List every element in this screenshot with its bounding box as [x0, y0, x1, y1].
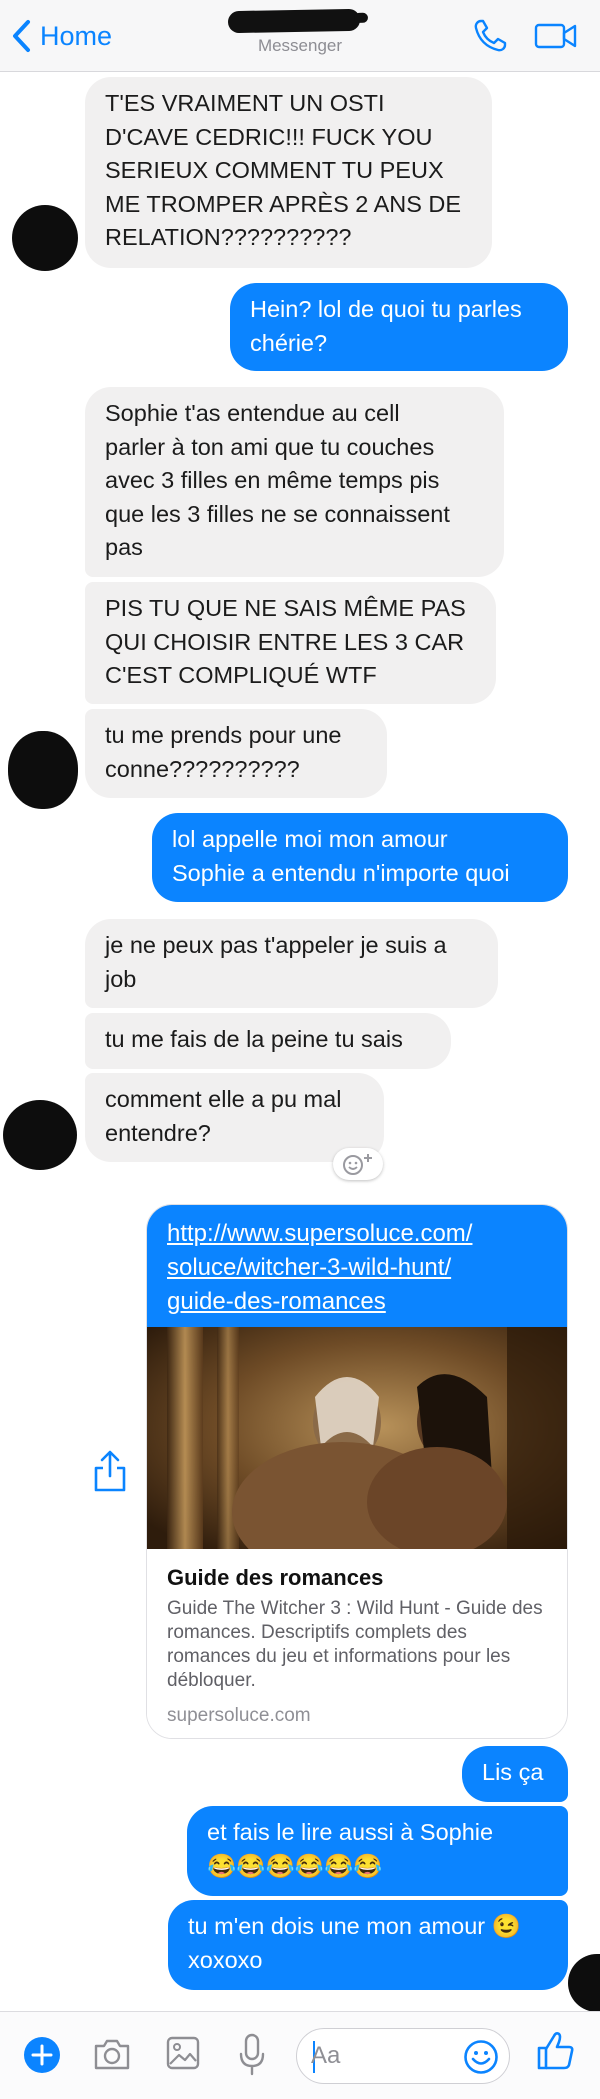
link-preview-image[interactable]	[147, 1327, 568, 1549]
phone-icon[interactable]	[470, 16, 510, 56]
message-incoming[interactable]: tu me fais de la peine tu sais	[85, 1013, 451, 1069]
message-composer	[0, 2011, 600, 2099]
avatar[interactable]	[12, 205, 78, 271]
message-incoming[interactable]: T'ES VRAIMENT UN OSTI D'CAVE CEDRIC!!! F…	[85, 77, 492, 268]
message-incoming[interactable]: tu me prends pour une conne??????????	[85, 709, 387, 798]
message-incoming[interactable]: comment elle a pu mal entendre?	[85, 1073, 384, 1162]
share-icon[interactable]	[90, 1448, 130, 1494]
add-reaction-button[interactable]	[333, 1148, 383, 1180]
message-input-box[interactable]	[296, 2028, 510, 2084]
message-input[interactable]	[311, 2037, 451, 2075]
avatar[interactable]	[8, 731, 78, 809]
photo-icon[interactable]	[165, 2034, 201, 2072]
message-incoming[interactable]: PIS TU QUE NE SAIS MÊME PAS QUI CHOISIR …	[85, 582, 496, 704]
camera-icon[interactable]	[92, 2036, 132, 2072]
conversation-header: Home Messenger	[0, 0, 600, 72]
link-url[interactable]: http://www.supersoluce.com/ soluce/witch…	[147, 1205, 567, 1327]
message-outgoing[interactable]: Hein? lol de quoi tu parles chérie?	[230, 283, 568, 371]
message-outgoing[interactable]: Lis ça	[462, 1746, 568, 1802]
avatar[interactable]	[3, 1100, 77, 1170]
add-reaction-icon	[343, 1154, 372, 1175]
emoji-icon[interactable]	[463, 2039, 499, 2075]
link-preview-card[interactable]: http://www.supersoluce.com/ soluce/witch…	[146, 1204, 568, 1739]
link-preview-info[interactable]: Guide des romances Guide The Witcher 3 :…	[147, 1549, 567, 1738]
message-outgoing[interactable]: lol appelle moi mon amour Sophie a enten…	[152, 813, 568, 902]
header-subtitle: Messenger	[257, 36, 343, 55]
link-description: Guide The Witcher 3 : Wild Hunt - Guide …	[167, 1598, 543, 1691]
link-url-line[interactable]: soluce/witcher-3-wild-hunt/	[167, 1251, 551, 1285]
video-camera-icon[interactable]	[534, 16, 578, 56]
redacted-contact-name	[227, 8, 361, 34]
message-incoming[interactable]: Sophie t'as entendue au cell parler à to…	[85, 387, 504, 577]
link-title: Guide des romances	[167, 1565, 384, 1590]
message-outgoing[interactable]: tu m'en dois une mon amour 😉 xoxoxo	[168, 1900, 568, 1990]
avatar	[568, 1954, 600, 2012]
message-incoming[interactable]: je ne peux pas t'appeler je suis a job	[85, 919, 498, 1008]
message-outgoing[interactable]: et fais le lire aussi à Sophie 😂😂😂😂😂😂	[187, 1806, 568, 1896]
microphone-icon[interactable]	[237, 2032, 267, 2076]
plus-icon[interactable]	[23, 2036, 61, 2074]
link-url-line[interactable]: http://www.supersoluce.com/	[167, 1217, 551, 1251]
link-url-line[interactable]: guide-des-romances	[167, 1285, 551, 1319]
link-domain: supersoluce.com	[167, 1705, 311, 1726]
thumbs-up-icon[interactable]	[535, 2030, 575, 2072]
